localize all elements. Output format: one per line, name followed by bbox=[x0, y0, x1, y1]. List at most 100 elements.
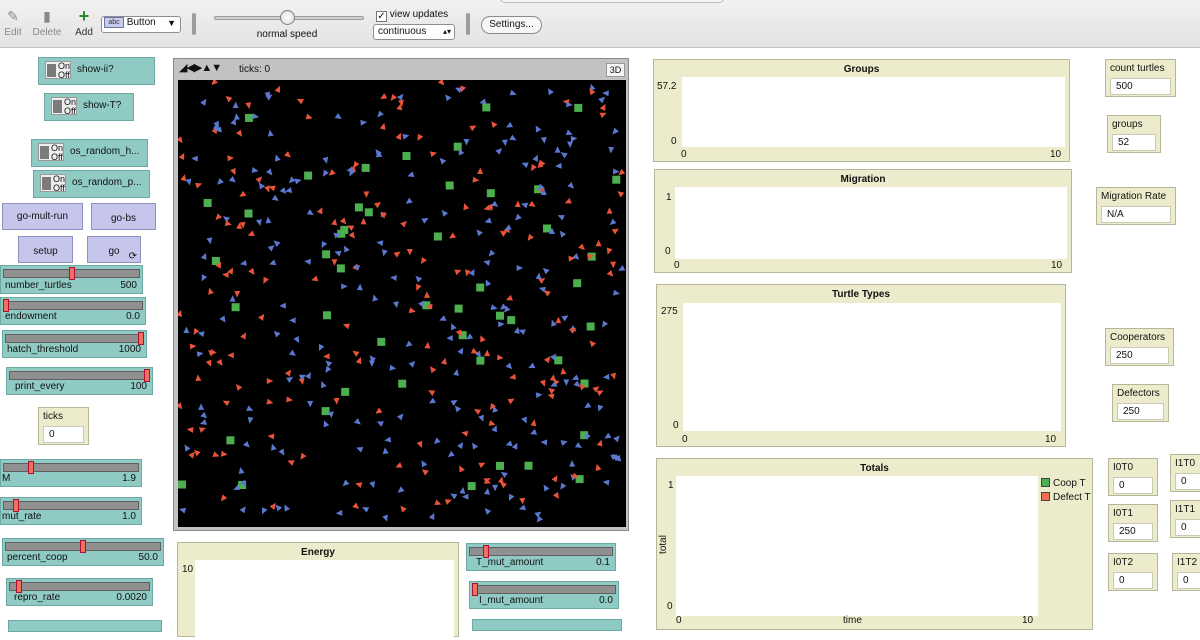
plot-area bbox=[682, 77, 1065, 147]
monitor-i1t2: I1T2 0 bbox=[1172, 553, 1200, 591]
switch-label: os_random_p... bbox=[72, 177, 142, 188]
slider-knob[interactable] bbox=[68, 267, 75, 280]
switch-label: os_random_h... bbox=[70, 146, 140, 157]
setup-button[interactable]: setup bbox=[18, 236, 73, 263]
speed-slider-knob[interactable] bbox=[280, 10, 295, 25]
slider-track[interactable] bbox=[3, 301, 143, 310]
slider-knob[interactable] bbox=[80, 540, 86, 553]
view-arrows-icon[interactable]: ◢◀▶▲▼ bbox=[179, 61, 222, 74]
patch-square bbox=[364, 208, 373, 217]
patch-square bbox=[244, 209, 253, 218]
slider-track[interactable] bbox=[472, 585, 616, 594]
switch-label: show-T? bbox=[83, 100, 122, 111]
monitor-defectors: Defectors 250 bbox=[1112, 384, 1169, 422]
monitor-i1t1: I1T1 0 bbox=[1170, 500, 1200, 538]
settings-button[interactable]: Settings... bbox=[481, 16, 542, 34]
switch-toggle[interactable]: On Off bbox=[38, 143, 64, 162]
view-updates-label: view updates bbox=[389, 9, 449, 20]
slider-hatch-threshold[interactable]: hatch_threshold 1000 bbox=[2, 330, 147, 358]
plot-title: Groups bbox=[843, 64, 880, 75]
plot-energy: Energy 10 bbox=[177, 542, 459, 640]
monitor-migration-rate: Migration Rate N/A bbox=[1096, 187, 1176, 225]
button-widget-icon: abc bbox=[104, 17, 124, 28]
switch-show-ii[interactable]: On Off show-ii? bbox=[38, 57, 155, 85]
switch-toggle[interactable]: On Off bbox=[51, 97, 77, 116]
plot-area bbox=[683, 303, 1061, 431]
delete-button[interactable]: ▮ Delete bbox=[29, 8, 65, 38]
patch-square bbox=[496, 461, 504, 470]
view-ticks-label: ticks: 0 bbox=[239, 64, 271, 75]
patch-square bbox=[445, 181, 454, 190]
patch-square bbox=[245, 113, 253, 122]
legend-swatch bbox=[1041, 478, 1050, 487]
widget-type-select[interactable]: abc Button ▼ bbox=[101, 16, 181, 33]
switch-toggle[interactable]: On Off bbox=[45, 61, 71, 80]
slider-number-turtles[interactable]: number_turtles 500 bbox=[0, 265, 143, 294]
patch-square bbox=[361, 163, 370, 172]
slider-track[interactable] bbox=[9, 371, 150, 380]
slider-repro-rate[interactable]: repro_rate 0.0020 bbox=[6, 578, 153, 606]
update-mode-select[interactable]: continuous ▴▾ bbox=[373, 24, 455, 40]
toolbar-separator bbox=[192, 13, 196, 35]
slider-track[interactable] bbox=[469, 547, 613, 556]
slider-knob[interactable] bbox=[472, 583, 478, 596]
world-canvas[interactable] bbox=[178, 80, 626, 527]
plot-area bbox=[676, 476, 1038, 616]
slider-t-mut-amount[interactable]: T_mut_amount 0.1 bbox=[466, 543, 616, 571]
switch-os-random-h[interactable]: On Off os_random_h... bbox=[31, 139, 148, 167]
slider-print-every[interactable]: print_every 100 bbox=[6, 367, 153, 395]
plot-area bbox=[195, 560, 454, 640]
patch-square bbox=[573, 279, 582, 288]
add-button[interactable]: + Add bbox=[66, 6, 102, 38]
slider-i-mut-amount[interactable]: I_mut_amount 0.0 bbox=[469, 581, 619, 609]
x-max-label: 10 bbox=[1050, 149, 1062, 160]
edit-button[interactable]: ✎ Edit bbox=[0, 8, 31, 38]
slider-mut-rate[interactable]: mut_rate 1.0 bbox=[0, 497, 142, 525]
switch-os-random-p[interactable]: On Off os_random_p... bbox=[33, 170, 150, 198]
slider-track[interactable] bbox=[9, 582, 150, 591]
slider-knob[interactable] bbox=[27, 461, 34, 474]
plot-migration: Migration 1 0 0 10 bbox=[654, 169, 1072, 273]
slider-percent-coop[interactable]: percent_coop 50.0 bbox=[2, 538, 164, 566]
slider-track[interactable] bbox=[3, 463, 139, 472]
slider-m[interactable]: M 1.9 bbox=[0, 459, 142, 487]
x-min-label: 0 bbox=[682, 434, 688, 445]
patch-square bbox=[574, 103, 583, 112]
y-axis-label: total bbox=[657, 535, 669, 554]
view-updates-checkbox[interactable]: ✓ view updates bbox=[376, 9, 448, 22]
slider-track[interactable] bbox=[5, 334, 144, 343]
monitor-count-turtles: count turtles 500 bbox=[1105, 59, 1176, 97]
y-min-label: 0 bbox=[671, 136, 677, 147]
patch-square bbox=[322, 250, 331, 259]
patch-square bbox=[586, 322, 595, 331]
switch-toggle[interactable]: On Off bbox=[40, 174, 66, 193]
legend-item: Defect T bbox=[1041, 491, 1091, 505]
patch-square bbox=[304, 171, 313, 180]
forever-icon: ⟳ bbox=[128, 251, 137, 262]
trash-icon: ▮ bbox=[43, 8, 51, 24]
x-max-label: 10 bbox=[1051, 260, 1063, 271]
slider-track[interactable] bbox=[3, 501, 139, 510]
patch-square bbox=[482, 103, 491, 112]
go-bs-button[interactable]: go-bs bbox=[91, 203, 156, 230]
3d-button[interactable]: 3D bbox=[606, 63, 625, 77]
x-max-label: 10 bbox=[1022, 615, 1034, 626]
switch-label: show-ii? bbox=[77, 64, 114, 75]
plot-groups: Groups 57.2 0 0 10 bbox=[653, 59, 1070, 162]
go-button[interactable]: go ⟳ bbox=[87, 236, 141, 263]
slider-partial[interactable] bbox=[472, 619, 622, 631]
patch-square bbox=[612, 175, 621, 184]
slider-endowment[interactable]: endowment 0.0 bbox=[0, 297, 146, 325]
plot-legend: Coop T Defect T bbox=[1041, 477, 1091, 505]
widget-type-value: Button bbox=[126, 17, 156, 29]
slider-partial[interactable] bbox=[8, 620, 162, 632]
go-mult-run-button[interactable]: go-mult-run bbox=[2, 203, 83, 230]
plus-icon: + bbox=[78, 6, 90, 26]
patch-square bbox=[524, 461, 533, 470]
switch-show-t[interactable]: On Off show-T? bbox=[44, 93, 134, 121]
plot-title: Migration bbox=[840, 174, 886, 185]
patch-square bbox=[354, 203, 363, 212]
y-min-label: 0 bbox=[665, 246, 671, 257]
patch-square bbox=[467, 482, 476, 491]
world-view: ◢◀▶▲▼ ticks: 0 3D bbox=[173, 58, 629, 531]
